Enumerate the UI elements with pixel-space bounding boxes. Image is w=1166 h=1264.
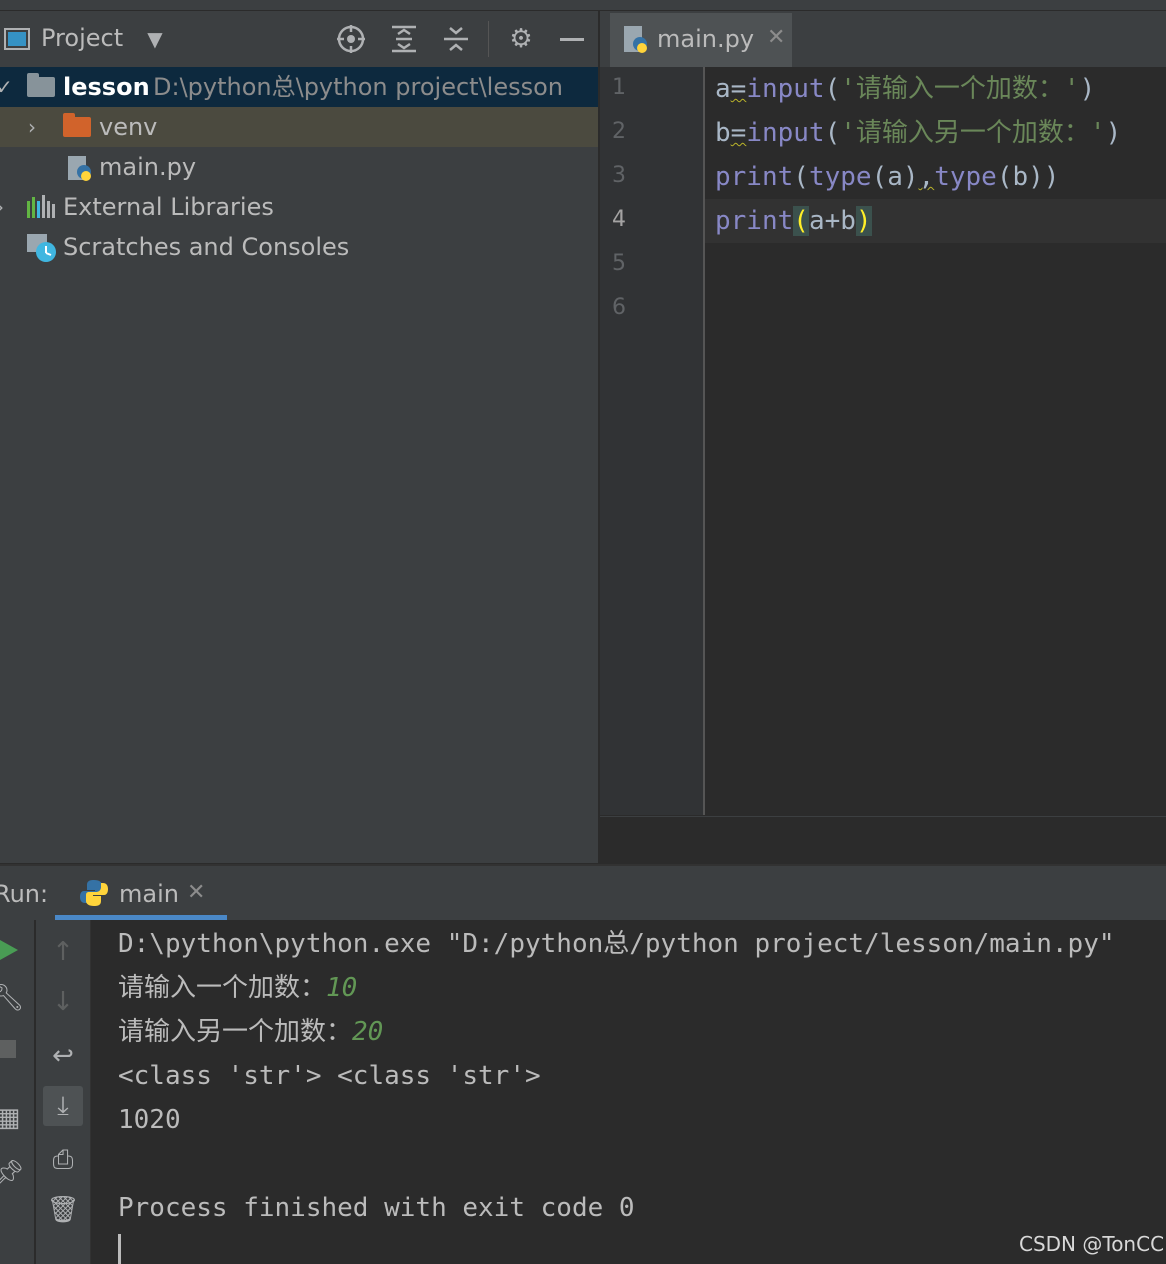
- tree-item-scratches[interactable]: Scratches and Consoles: [0, 227, 598, 267]
- wrench-icon[interactable]: 🔧︎: [0, 978, 28, 1018]
- console-line: <class 'str'> <class 'str'>: [118, 1061, 541, 1091]
- python-file-icon: [68, 156, 91, 181]
- line-number: 3: [612, 163, 626, 188]
- trash-icon[interactable]: 🗑︎: [43, 1190, 83, 1230]
- console-line: 请输入另一个加数：20: [118, 1017, 384, 1047]
- scroll-to-end-icon[interactable]: ⤓: [43, 1086, 83, 1126]
- tree-item-label: Scratches and Consoles: [63, 233, 350, 261]
- console-line: Process finished with exit code 0: [118, 1193, 635, 1223]
- libraries-icon: [27, 195, 55, 218]
- project-panel-title[interactable]: Project: [41, 24, 123, 52]
- python-file-icon: [624, 26, 647, 53]
- scratches-icon: [27, 234, 56, 262]
- console-line: 请输入一个加数：10: [118, 973, 358, 1003]
- line-number: 2: [612, 119, 626, 144]
- code-line: print(type(a),type(b)): [715, 162, 1060, 192]
- watermark: CSDN @TonCC: [1019, 1232, 1165, 1256]
- rerun-icon[interactable]: [0, 938, 20, 962]
- console-line: D:\python\python.exe "D:/python总/python …: [118, 929, 1115, 959]
- run-tool-window: Run: main ✕ 🔧︎ ▦ 📌︎ ↑ ↓ ↩ ⤓ ⎙ 🗑︎ D:\pyth…: [0, 864, 1166, 1264]
- run-tab-label: main: [119, 880, 179, 908]
- code-line: a=input('请输入一个加数：'): [715, 74, 1096, 104]
- chevron-expanded-icon[interactable]: ✓: [0, 67, 13, 107]
- line-number-gutter: 1 2 3 4 5 6: [600, 67, 705, 815]
- console-line: 1020: [118, 1105, 181, 1135]
- layout-icon[interactable]: ▦: [0, 1098, 28, 1138]
- code-line-current: print(a+b): [705, 199, 1166, 243]
- arrow-down-icon[interactable]: ↓: [43, 982, 83, 1022]
- tab-main-py[interactable]: main.py ✕: [610, 13, 792, 67]
- header-divider: [488, 21, 489, 57]
- editor-bottom-strip: [600, 816, 1166, 864]
- expand-all-icon[interactable]: [389, 24, 419, 54]
- tree-item-label: venv: [99, 113, 158, 141]
- python-icon: [80, 880, 108, 906]
- tree-item-external-libraries[interactable]: › External Libraries: [0, 187, 598, 227]
- arrow-up-icon[interactable]: ↑: [43, 932, 83, 972]
- console-output[interactable]: D:\python\python.exe "D:/python总/python …: [118, 920, 1158, 1264]
- chevron-right-icon[interactable]: ›: [0, 187, 4, 227]
- tree-item-label: lesson: [63, 73, 150, 101]
- editor-tab-bar: main.py ✕: [600, 11, 1166, 67]
- tree-item-label: External Libraries: [63, 193, 274, 221]
- line-number: 5: [612, 251, 626, 276]
- close-icon[interactable]: ✕: [767, 25, 785, 50]
- line-number: 1: [612, 75, 626, 100]
- hide-panel-icon[interactable]: [560, 38, 584, 41]
- user-input-value: 10: [326, 973, 358, 1003]
- tree-item-path: D:\python总\python project\lesson: [153, 73, 563, 101]
- soft-wrap-icon[interactable]: ↩: [43, 1036, 83, 1076]
- editor-pane: main.py ✕ 1 2 3 4 5 6 a=input('请输入一个加数：'…: [600, 11, 1166, 864]
- tab-label: main.py: [657, 25, 755, 53]
- stop-icon[interactable]: [0, 1040, 16, 1058]
- text-caret: [118, 1234, 121, 1264]
- project-header: Project ▼ ⚙: [0, 11, 598, 67]
- tree-item-main-py[interactable]: main.py: [0, 147, 598, 187]
- run-tab-main[interactable]: main ✕: [55, 866, 227, 920]
- line-number: 6: [612, 295, 626, 320]
- user-input-value: 20: [352, 1017, 384, 1047]
- code-area[interactable]: a=input('请输入一个加数：') b=input('请输入另一个加数：')…: [705, 67, 1166, 815]
- print-icon[interactable]: ⎙: [43, 1140, 83, 1180]
- run-header: Run: main ✕: [0, 866, 1166, 920]
- tree-item-venv[interactable]: › venv: [0, 107, 598, 147]
- code-line: b=input('请输入另一个加数：'): [715, 118, 1122, 148]
- pin-icon[interactable]: 📌︎: [0, 1154, 28, 1194]
- gear-icon[interactable]: ⚙: [506, 24, 536, 54]
- tree-item-label: main.py: [99, 153, 197, 181]
- collapse-all-icon[interactable]: [441, 24, 471, 54]
- close-icon[interactable]: ✕: [187, 880, 205, 905]
- chevron-down-icon[interactable]: ▼: [140, 24, 170, 54]
- chevron-right-icon[interactable]: ›: [28, 107, 36, 147]
- run-label: Run:: [0, 880, 49, 908]
- project-panel-icon[interactable]: [4, 27, 30, 51]
- tree-item-lesson[interactable]: ✓ lesson D:\python总\python project\lesso…: [0, 67, 598, 107]
- line-number: 4: [612, 207, 626, 232]
- folder-excluded-icon: [63, 113, 91, 137]
- run-console-toolbar: ↑ ↓ ↩ ⤓ ⎙ 🗑︎: [36, 920, 91, 1264]
- project-tool-window: Project ▼ ⚙ ✓ lesson D:\python总\python p…: [0, 11, 598, 863]
- window-top-strip: [0, 0, 1166, 11]
- locate-icon[interactable]: [336, 24, 366, 54]
- run-left-toolbar: 🔧︎ ▦ 📌︎: [0, 920, 34, 1264]
- folder-icon: [27, 73, 55, 97]
